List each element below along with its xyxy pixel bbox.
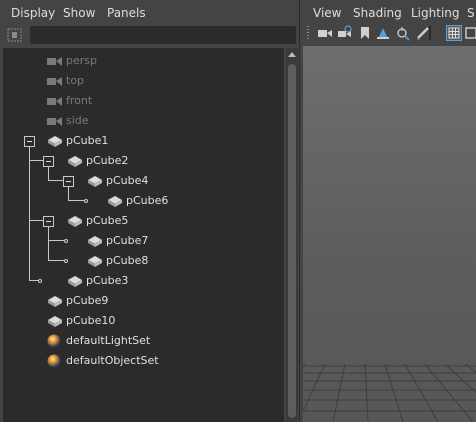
collapse-toggle[interactable] (63, 176, 74, 187)
item-label: pCube9 (66, 294, 109, 307)
tree-line (48, 180, 63, 181)
ground-grid (303, 364, 476, 422)
menu-show-truncated[interactable]: S (467, 6, 475, 20)
item-label: side (66, 114, 89, 127)
item-label: pCube7 (106, 234, 149, 247)
viewport-3d-scene[interactable] (303, 46, 476, 422)
outliner-tree[interactable]: persp top front side pCube1 pCube2 pCube… (3, 48, 284, 422)
outliner-panel: Display Show Panels persp top front side… (0, 0, 300, 422)
menu-lighting[interactable]: Lighting (411, 6, 460, 20)
viewport-menubar: View Shading Lighting S (303, 0, 476, 24)
search-row (0, 24, 299, 46)
bookmark-icon[interactable] (357, 25, 373, 41)
mesh-icon (66, 274, 84, 288)
menu-panels[interactable]: Panels (107, 6, 146, 20)
mesh-icon (106, 194, 124, 208)
item-label: pCube8 (106, 254, 149, 267)
item-label: persp (66, 54, 97, 67)
tree-line (48, 260, 65, 261)
leaf-dot (84, 199, 88, 203)
mesh-icon (66, 214, 84, 228)
leaf-dot (38, 279, 42, 283)
two-d-pan-zoom-icon[interactable] (395, 25, 411, 41)
tree-line (29, 160, 43, 161)
toolbar-divider (429, 26, 431, 40)
item-label: pCube4 (106, 174, 149, 187)
camera-icon (46, 94, 64, 108)
item-label: pCube5 (86, 214, 129, 227)
tree-line (68, 187, 69, 200)
mesh-icon (46, 294, 64, 308)
tree-line (29, 220, 43, 221)
set-icon (46, 334, 64, 348)
search-input[interactable] (30, 26, 296, 44)
camera-icon[interactable] (317, 25, 333, 41)
item-label: pCube3 (86, 274, 129, 287)
item-label: defaultLightSet (66, 334, 151, 347)
toolbar-grip (307, 26, 309, 40)
image-plane-icon[interactable] (375, 25, 391, 41)
viewport-toolbar (303, 22, 476, 44)
mesh-icon (46, 134, 64, 148)
scroll-thumb[interactable] (288, 64, 296, 418)
viewport-panel: View Shading Lighting S (303, 0, 476, 422)
camera-attributes-icon[interactable] (337, 25, 353, 41)
collapse-toggle[interactable] (43, 216, 54, 227)
set-icon (46, 354, 64, 368)
collapse-toggle[interactable] (43, 156, 54, 167)
camera-icon (46, 114, 64, 128)
grid-toggle-icon[interactable] (446, 25, 462, 41)
item-label: top (66, 74, 85, 87)
tree-line (48, 227, 49, 260)
tree-line (68, 200, 85, 201)
collapse-toggle[interactable] (24, 136, 35, 147)
tree-line (29, 147, 30, 280)
menu-show[interactable]: Show (63, 6, 95, 20)
tree-line (48, 167, 49, 180)
item-label: front (66, 94, 93, 107)
camera-icon (46, 74, 64, 88)
film-gate-icon[interactable] (465, 25, 476, 41)
item-label: pCube6 (126, 194, 169, 207)
menu-view[interactable]: View (313, 6, 341, 20)
mesh-icon (86, 174, 104, 188)
menu-shading[interactable]: Shading (353, 6, 402, 20)
mesh-icon (86, 234, 104, 248)
mesh-icon (86, 254, 104, 268)
item-label: pCube10 (66, 314, 116, 327)
leaf-dot (64, 239, 68, 243)
scroll-up-arrow-icon[interactable] (288, 52, 296, 57)
mesh-icon (66, 154, 84, 168)
camera-icon (46, 54, 64, 68)
item-label: pCube2 (86, 154, 129, 167)
filter-icon[interactable] (6, 27, 24, 43)
tree-line (48, 240, 65, 241)
mesh-icon (46, 314, 64, 328)
menu-display[interactable]: Display (11, 6, 55, 20)
item-label: pCube1 (66, 134, 109, 147)
outliner-scrollbar[interactable] (286, 48, 298, 422)
item-label: defaultObjectSet (66, 354, 159, 367)
outliner-menubar: Display Show Panels (0, 0, 299, 24)
leaf-dot (64, 259, 68, 263)
